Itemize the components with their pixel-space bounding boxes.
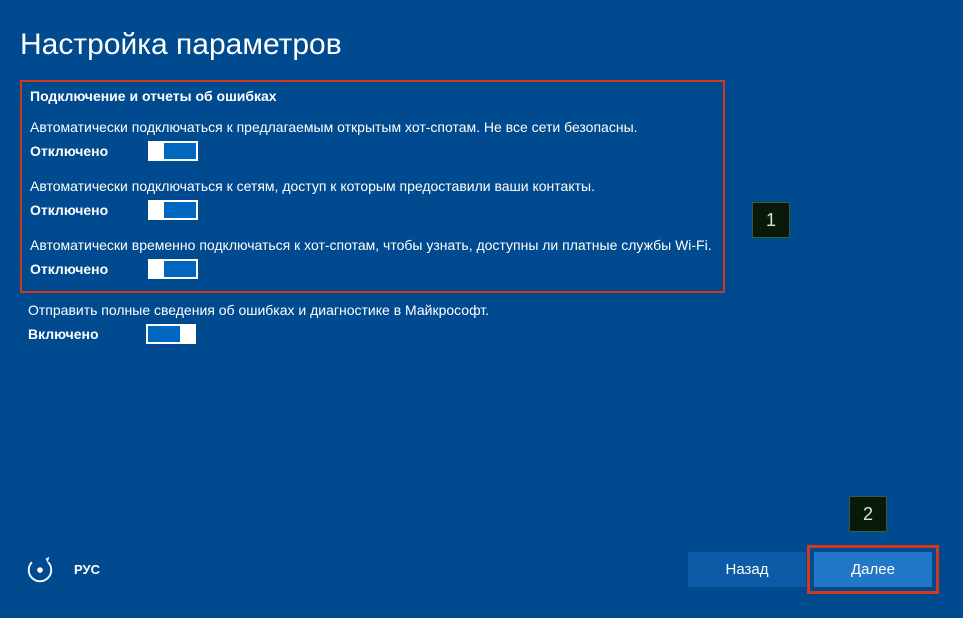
setting-item: Автоматически временно подключаться к хо… <box>30 236 715 279</box>
setting-state-label: Отключено <box>30 143 120 159</box>
highlighted-section-2: Далее <box>807 545 939 594</box>
setting-description: Автоматически временно подключаться к хо… <box>30 236 715 255</box>
footer-bar: РУС Назад Далее <box>0 545 963 594</box>
ease-of-access-icon[interactable] <box>24 554 56 586</box>
toggle-paid-wifi[interactable] <box>148 259 198 279</box>
setting-description: Автоматически подключаться к сетям, дост… <box>30 177 715 196</box>
setting-item: Автоматически подключаться к предлагаемы… <box>30 118 715 161</box>
setting-state-label: Отключено <box>30 261 120 277</box>
annotation-badge-2: 2 <box>849 496 887 532</box>
next-button[interactable]: Далее <box>814 552 932 587</box>
back-button[interactable]: Назад <box>688 552 806 587</box>
toggle-contacts-networks[interactable] <box>148 200 198 220</box>
setting-description: Отправить полные сведения об ошибках и д… <box>28 301 717 320</box>
setting-item: Автоматически подключаться к сетям, дост… <box>30 177 715 220</box>
highlighted-section-1: Подключение и отчеты об ошибках Автомати… <box>20 80 725 293</box>
setting-state-label: Отключено <box>30 202 120 218</box>
annotation-badge-1: 1 <box>752 202 790 238</box>
content-area: Подключение и отчеты об ошибках Автомати… <box>0 80 963 344</box>
toggle-hotspot-open[interactable] <box>148 141 198 161</box>
setting-state-label: Включено <box>28 326 118 342</box>
setting-description: Автоматически подключаться к предлагаемы… <box>30 118 715 137</box>
language-indicator[interactable]: РУС <box>74 562 100 577</box>
page-title: Настройка параметров <box>0 0 963 80</box>
section-heading: Подключение и отчеты об ошибках <box>30 88 715 104</box>
setting-item: Отправить полные сведения об ошибках и д… <box>20 293 725 344</box>
toggle-error-reports[interactable] <box>146 324 196 344</box>
